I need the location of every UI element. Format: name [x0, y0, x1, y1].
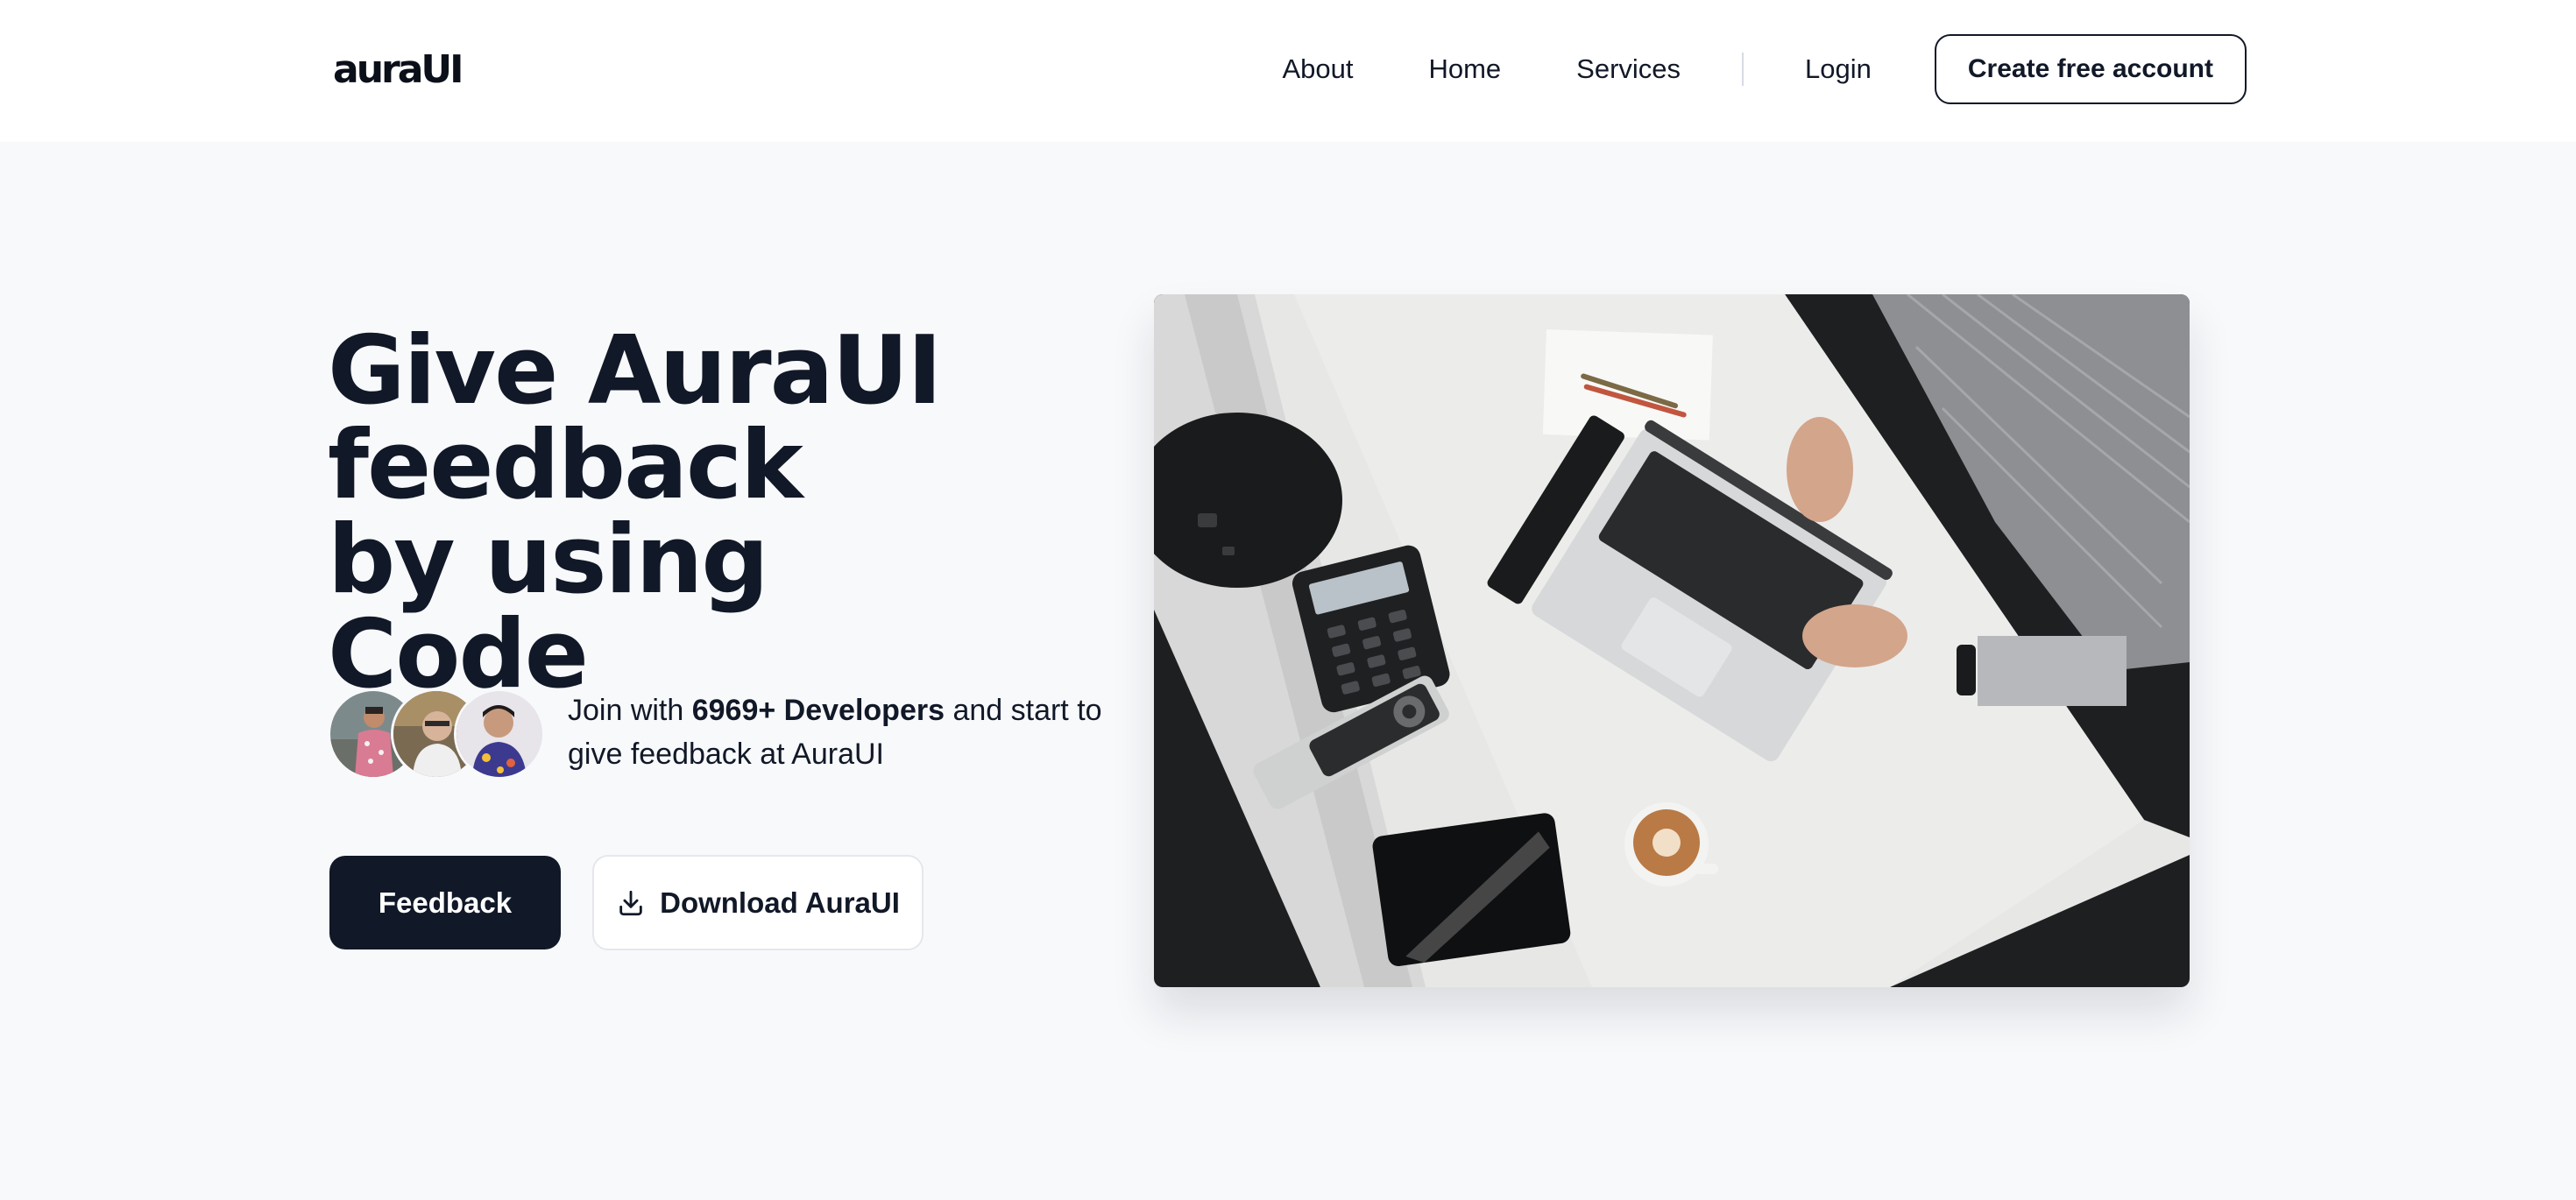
download-button[interactable]: Download AuraUI: [592, 855, 924, 950]
hero-headline: Give AuraUI feedback by using Code: [328, 316, 942, 709]
feedback-button[interactable]: Feedback: [329, 856, 561, 949]
logo[interactable]: auraUI: [333, 46, 464, 95]
join-prefix: Join with: [568, 694, 684, 727]
nav-about-link[interactable]: About: [1282, 33, 1353, 105]
hero-photo: [1154, 294, 2190, 987]
avatar: [454, 688, 545, 780]
landing-page: auraUI About Home Services Login Create …: [0, 0, 2576, 1200]
nav-services-link[interactable]: Services: [1576, 33, 1681, 105]
create-account-button[interactable]: Create free account: [1934, 34, 2247, 104]
main-nav: About Home Services Login Create free ac…: [1282, 33, 2247, 105]
download-button-label: Download AuraUI: [660, 886, 900, 919]
developer-count: 6969+ Developers: [691, 694, 945, 727]
developer-avatars: [328, 688, 547, 780]
top-navigation: auraUI About Home Services Login Create …: [0, 0, 2576, 142]
login-link[interactable]: Login: [1805, 33, 1872, 105]
download-icon: [616, 888, 646, 918]
nav-divider: [1742, 53, 1744, 86]
nav-home-link[interactable]: Home: [1428, 33, 1501, 105]
join-text: Join with 6969+ Developers and start to …: [568, 688, 1111, 776]
